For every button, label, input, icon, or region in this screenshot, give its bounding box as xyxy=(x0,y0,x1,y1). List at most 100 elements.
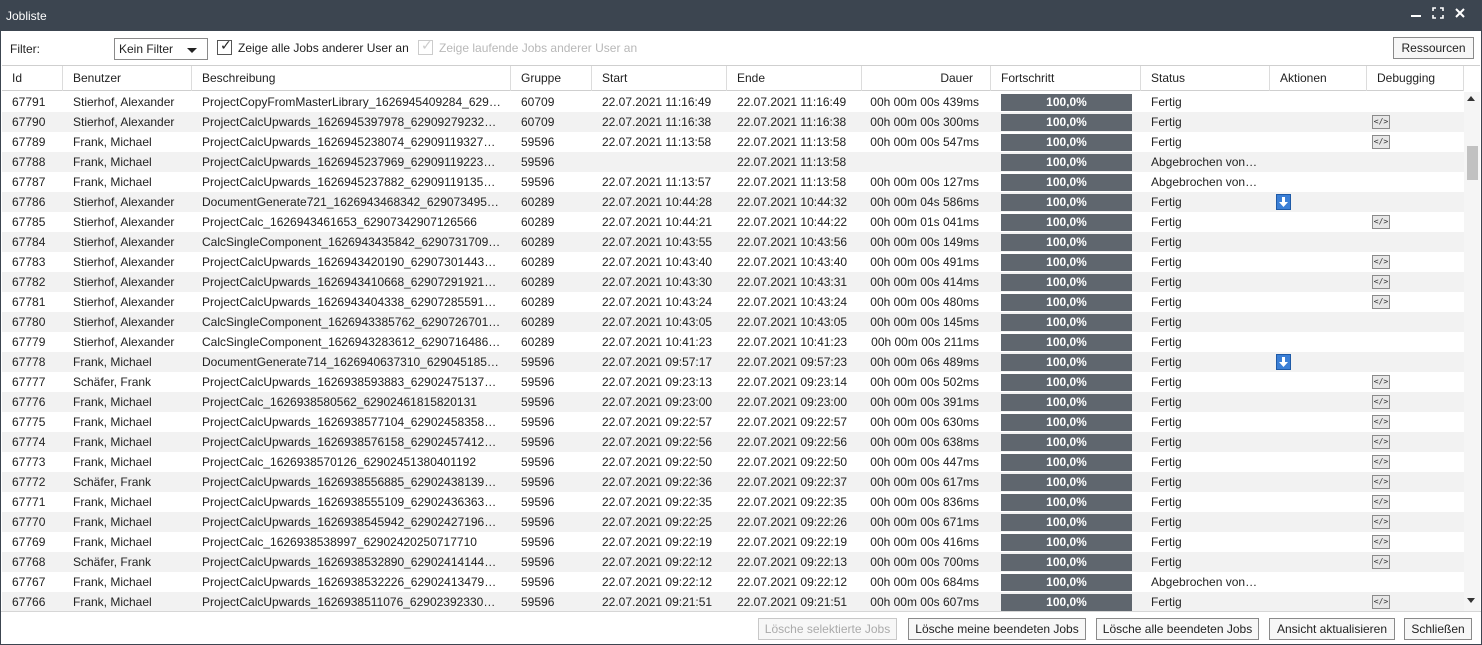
cell-duration: 00h 00m 00s 836ms xyxy=(870,495,979,509)
table-row[interactable]: 67767 Frank, Michael ProjectCalcUpwards_16… xyxy=(2,572,1464,592)
cell-end: 22.07.2021 09:21:51 xyxy=(737,595,848,609)
column-header-debugging[interactable]: Debugging xyxy=(1367,66,1464,91)
cell-id: 67789 xyxy=(12,135,46,149)
show-all-users-label[interactable]: Zeige alle Jobs anderer User an xyxy=(238,41,409,55)
cell-status: Fertig xyxy=(1151,455,1182,469)
close-button[interactable]: Schließen xyxy=(1404,618,1472,640)
table-row[interactable]: 67791 Stierhof, Alexander ProjectCopyFromM… xyxy=(2,92,1464,112)
download-icon[interactable] xyxy=(1276,354,1291,370)
code-icon[interactable]: </> xyxy=(1372,275,1390,289)
resources-button[interactable]: Ressourcen xyxy=(1393,37,1474,59)
table-row[interactable]: 67788 Frank, Michael ProjectCalcUpwards_16… xyxy=(2,152,1464,172)
code-icon[interactable]: </> xyxy=(1372,135,1390,149)
table-row[interactable]: 67769 Frank, Michael ProjectCalc_162693853… xyxy=(2,532,1464,552)
table-row[interactable]: 67790 Stierhof, Alexander ProjectCalcUpwar… xyxy=(2,112,1464,132)
cell-id: 67770 xyxy=(12,515,46,529)
column-header-status[interactable]: Status xyxy=(1141,66,1270,91)
table-row[interactable]: 67780 Stierhof, Alexander CalcSingleCompon… xyxy=(2,312,1464,332)
code-icon[interactable]: </> xyxy=(1372,215,1390,229)
progress-bar: 100,0% xyxy=(1001,554,1132,571)
code-icon[interactable]: </> xyxy=(1372,375,1390,389)
scroll-up-icon[interactable] xyxy=(1467,96,1475,101)
filter-select[interactable]: Kein Filter xyxy=(114,38,208,60)
refresh-view-button[interactable]: Ansicht aktualisieren xyxy=(1269,618,1395,640)
delete-my-finished-jobs-button[interactable]: Lösche meine beendeten Jobs xyxy=(908,618,1086,640)
cell-user: Stierhof, Alexander xyxy=(73,275,175,289)
code-icon[interactable]: </> xyxy=(1372,535,1390,549)
table-row[interactable]: 67779 Stierhof, Alexander CalcSingleCompon… xyxy=(2,332,1464,352)
cell-user: Stierhof, Alexander xyxy=(73,235,175,249)
show-all-users-checkbox[interactable]: ✓ xyxy=(217,37,232,55)
job-table: Id Benutzer Beschreibung Gruppe Start En… xyxy=(2,65,1480,611)
progress-bar: 100,0% xyxy=(1001,274,1132,291)
table-row[interactable]: 67786 Stierhof, Alexander DocumentGenerate… xyxy=(2,192,1464,212)
code-icon[interactable]: </> xyxy=(1372,595,1390,609)
column-header-end[interactable]: Ende xyxy=(727,66,862,91)
cell-id: 67772 xyxy=(12,475,46,489)
download-icon[interactable] xyxy=(1276,194,1291,210)
cell-id: 67787 xyxy=(12,175,46,189)
cell-group: 60289 xyxy=(521,215,555,229)
table-row[interactable]: 67785 Stierhof, Alexander ProjectCalc_1626… xyxy=(2,212,1464,232)
table-row[interactable]: 67770 Frank, Michael ProjectCalcUpwards_16… xyxy=(2,512,1464,532)
cell-group: 59596 xyxy=(521,535,555,549)
table-row[interactable]: 67768 Schäfer, Frank ProjectCalcUpwards_16… xyxy=(2,552,1464,572)
table-row[interactable]: 67781 Stierhof, Alexander ProjectCalcUpwar… xyxy=(2,292,1464,312)
scrollbar-thumb[interactable] xyxy=(1467,146,1478,180)
code-icon[interactable]: </> xyxy=(1372,515,1390,529)
code-icon[interactable]: </> xyxy=(1372,555,1390,569)
cell-user: Stierhof, Alexander xyxy=(73,95,175,109)
column-header-progress[interactable]: Fortschritt xyxy=(991,66,1141,91)
column-header-actions[interactable]: Aktionen xyxy=(1270,66,1367,91)
code-icon[interactable]: </> xyxy=(1372,435,1390,449)
table-row[interactable]: 67777 Schäfer, Frank ProjectCalcUpwards_16… xyxy=(2,372,1464,392)
code-icon[interactable]: </> xyxy=(1372,255,1390,269)
column-header-duration[interactable]: Dauer xyxy=(862,66,991,91)
scroll-down-icon[interactable] xyxy=(1467,598,1475,603)
table-row[interactable]: 67778 Frank, Michael DocumentGenerate714_1… xyxy=(2,352,1464,372)
vertical-scrollbar[interactable] xyxy=(1464,92,1480,611)
close-icon[interactable] xyxy=(1453,7,1467,23)
maximize-icon[interactable] xyxy=(1431,7,1445,23)
cell-duration: 00h 00m 01s 041ms xyxy=(870,215,979,229)
code-icon[interactable]: </> xyxy=(1372,475,1390,489)
code-icon[interactable]: </> xyxy=(1372,395,1390,409)
column-header-id[interactable]: Id xyxy=(2,66,63,91)
cell-start: 22.07.2021 09:22:56 xyxy=(602,435,713,449)
table-row[interactable]: 67774 Frank, Michael ProjectCalcUpwards_16… xyxy=(2,432,1464,452)
column-header-group[interactable]: Gruppe xyxy=(511,66,592,91)
column-header-description[interactable]: Beschreibung xyxy=(192,66,511,91)
code-icon[interactable]: </> xyxy=(1372,115,1390,129)
table-row[interactable]: 67766 Frank, Michael ProjectCalcUpwards_16… xyxy=(2,592,1464,611)
table-row[interactable]: 67776 Frank, Michael ProjectCalc_162693858… xyxy=(2,392,1464,412)
cell-user: Stierhof, Alexander xyxy=(73,255,175,269)
cell-user: Frank, Michael xyxy=(73,575,152,589)
table-row[interactable]: 67783 Stierhof, Alexander ProjectCalcUpwar… xyxy=(2,252,1464,272)
cell-user: Stierhof, Alexander xyxy=(73,195,175,209)
code-icon[interactable]: </> xyxy=(1372,495,1390,509)
cell-end: 22.07.2021 10:44:22 xyxy=(737,215,848,229)
cell-group: 59596 xyxy=(521,375,555,389)
column-header-start[interactable]: Start xyxy=(592,66,727,91)
table-row[interactable]: 67789 Frank, Michael ProjectCalcUpwards_16… xyxy=(2,132,1464,152)
cell-user: Stierhof, Alexander xyxy=(73,335,175,349)
code-icon[interactable]: </> xyxy=(1372,455,1390,469)
minimize-icon[interactable] xyxy=(1409,7,1423,23)
table-row[interactable]: 67782 Stierhof, Alexander ProjectCalcUpwar… xyxy=(2,272,1464,292)
table-row[interactable]: 67784 Stierhof, Alexander CalcSingleCompon… xyxy=(2,232,1464,252)
delete-all-finished-jobs-button[interactable]: Lösche alle beendeten Jobs xyxy=(1096,618,1259,640)
column-header-user[interactable]: Benutzer xyxy=(63,66,192,91)
table-row[interactable]: 67772 Schäfer, Frank ProjectCalcUpwards_16… xyxy=(2,472,1464,492)
table-row[interactable]: 67775 Frank, Michael ProjectCalcUpwards_16… xyxy=(2,412,1464,432)
table-row[interactable]: 67773 Frank, Michael ProjectCalc_162693857… xyxy=(2,452,1464,472)
code-icon[interactable]: </> xyxy=(1372,295,1390,309)
table-row[interactable]: 67771 Frank, Michael ProjectCalcUpwards_16… xyxy=(2,492,1464,512)
table-row[interactable]: 67787 Frank, Michael ProjectCalcUpwards_16… xyxy=(2,172,1464,192)
cell-duration: 00h 00m 00s 149ms xyxy=(870,235,979,249)
cell-user: Stierhof, Alexander xyxy=(73,295,175,309)
cell-description: ProjectCalcUpwards_1626943420190_6290730… xyxy=(202,255,497,269)
cell-status: Abgebrochen von… xyxy=(1151,575,1258,589)
code-icon[interactable]: </> xyxy=(1372,415,1390,429)
cell-description: ProjectCalcUpwards_1626945238074_6290911… xyxy=(202,135,496,149)
cell-status: Fertig xyxy=(1151,135,1182,149)
